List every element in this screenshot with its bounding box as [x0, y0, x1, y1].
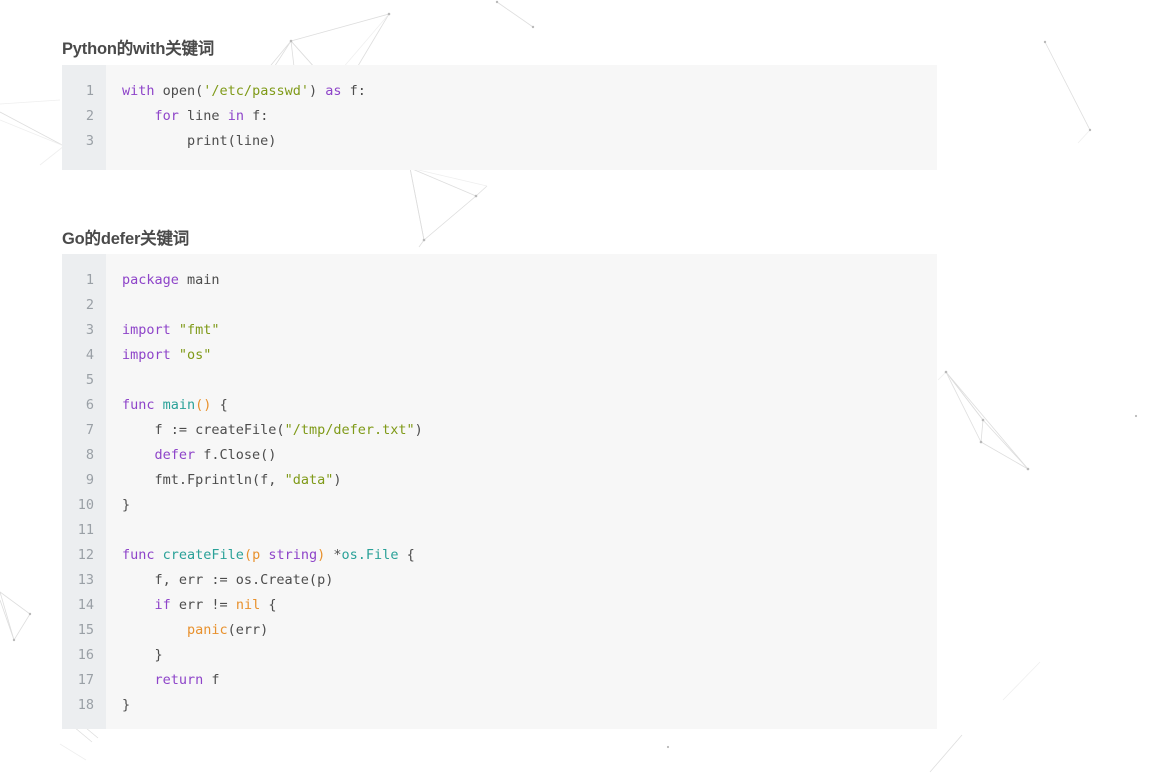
line-number: 9 [85, 472, 94, 488]
code-line: import "os" [122, 347, 212, 363]
code-line: import "fmt" [122, 322, 220, 338]
code-line: } [122, 497, 131, 513]
code-line: f := createFile("/tmp/defer.txt") [122, 422, 423, 438]
code-line: func main() { [122, 397, 228, 413]
code-line: defer f.Close() [154, 447, 277, 463]
line-number: 3 [85, 133, 94, 149]
line-number: 18 [77, 697, 94, 713]
line-number: 4 [85, 347, 94, 363]
line-number-gutter: 1 2 3 4 5 6 7 8 9 10 11 12 13 14 15 16 17 18 [62, 254, 106, 729]
code-content-python[interactable]: with open('/etc/passwd') as f: for line … [106, 65, 937, 170]
code-block-go[interactable]: 1 2 3 4 5 6 7 8 9 10 11 12 13 14 15 16 17 18 package main… [62, 254, 937, 729]
line-number: 5 [85, 372, 94, 388]
line-number: 7 [85, 422, 94, 438]
code-content-go[interactable]: package main import "fmt" import "os" fun… [106, 254, 937, 729]
code-line: package main [122, 272, 220, 288]
code-block-python[interactable]: 1 2 3 with open('/etc/passwd') as f: for l… [62, 65, 937, 170]
code-line: } [122, 697, 131, 713]
page-content: Python的with关键词 123 with open('/etc/passw… [0, 0, 1171, 781]
line-number: 2 [85, 297, 94, 313]
line-number: 15 [77, 622, 94, 638]
line-number: 12 [77, 547, 94, 563]
heading-python-with: Python的with关键词 [62, 39, 215, 58]
heading-go-defer: Go的defer关键词 [62, 229, 190, 248]
line-number: 11 [77, 522, 94, 538]
line-number: 1 [85, 272, 94, 288]
line-number: 14 [77, 597, 94, 613]
line-number: 3 [85, 322, 94, 338]
line-number: 6 [85, 397, 94, 413]
code-line: return f [154, 672, 220, 688]
code-line: fmt.Fprintln(f, "data") [122, 472, 342, 488]
line-number: 10 [77, 497, 94, 513]
code-line: for line in f: [154, 108, 269, 124]
line-number: 2 [85, 108, 94, 124]
code-line: } [122, 647, 163, 663]
code-line: func createFile(p string) *os.File { [122, 547, 415, 563]
line-number: 16 [77, 647, 94, 663]
line-number: 8 [85, 447, 94, 463]
code-line: panic(err) [187, 622, 269, 638]
code-line: print(line) [122, 133, 277, 149]
code-line: f, err := os.Create(p) [122, 572, 334, 588]
code-line: with open('/etc/passwd') as f: [122, 83, 366, 99]
code-line: if err != nil { [154, 597, 277, 613]
line-number-gutter: 1 2 3 [62, 65, 106, 170]
line-number: 17 [77, 672, 94, 688]
line-number: 1 [85, 83, 94, 99]
line-number: 13 [77, 572, 94, 588]
